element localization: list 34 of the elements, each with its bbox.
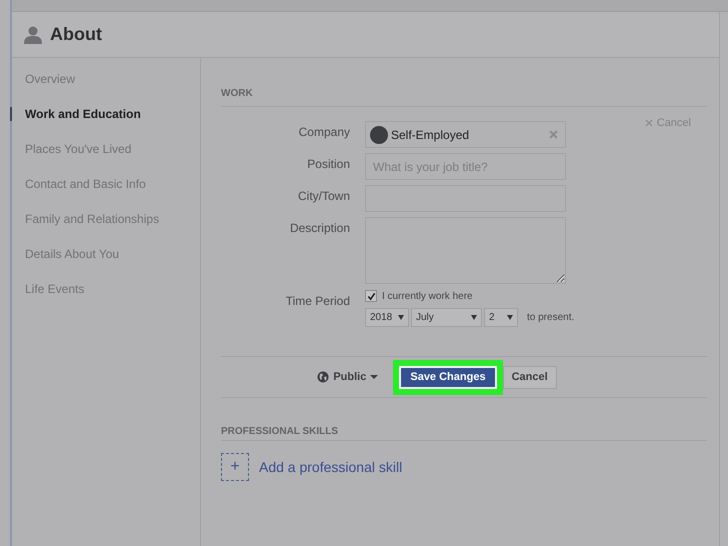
audience-selector[interactable]: Public: [311, 370, 384, 384]
sidebar-item[interactable]: Overview: [10, 72, 76, 107]
day-select[interactable]: 2: [484, 308, 518, 327]
month-select[interactable]: July: [411, 308, 482, 327]
to-present-text: to present.: [527, 312, 574, 323]
save-changes-button[interactable]: Save Changes: [399, 366, 497, 388]
sidebar-item[interactable]: Details About You: [10, 247, 120, 282]
company-avatar-icon: [370, 126, 388, 144]
section-heading: WORK: [221, 88, 253, 99]
field-label: Time Period: [284, 293, 350, 308]
sidebar-item[interactable]: Contact and Basic Info: [10, 177, 146, 212]
description-field[interactable]: [365, 217, 566, 284]
sidebar-item[interactable]: Life Events: [10, 282, 84, 317]
section-heading: PROFESSIONAL SKILLS: [221, 426, 338, 437]
year-select[interactable]: 2018: [365, 308, 409, 327]
close-icon: [644, 119, 653, 127]
add-skill-link[interactable]: Add a professional skill: [259, 459, 402, 475]
sidebar-item[interactable]: Work and Education: [10, 107, 141, 121]
field-label: Position: [306, 156, 350, 171]
sidebar-item[interactable]: Family and Relationships: [10, 212, 160, 247]
globe-icon: [317, 371, 330, 383]
person-icon: [24, 26, 42, 44]
company-value: Self-Employed: [391, 128, 470, 142]
page-title: About: [50, 24, 102, 45]
add-skill-button[interactable]: +: [221, 453, 249, 481]
cancel-button[interactable]: Cancel: [502, 366, 557, 388]
checkbox-label: I currently work here: [382, 290, 473, 302]
company-field[interactable]: Self-Employed: [365, 121, 566, 148]
clear-icon[interactable]: [549, 130, 558, 139]
field-label: Company: [298, 124, 350, 139]
sidebar-item[interactable]: Places You've Lived: [10, 142, 132, 177]
field-label: Description: [288, 220, 350, 235]
checkbox[interactable]: [365, 290, 377, 302]
field-label: City/Town: [296, 188, 350, 203]
